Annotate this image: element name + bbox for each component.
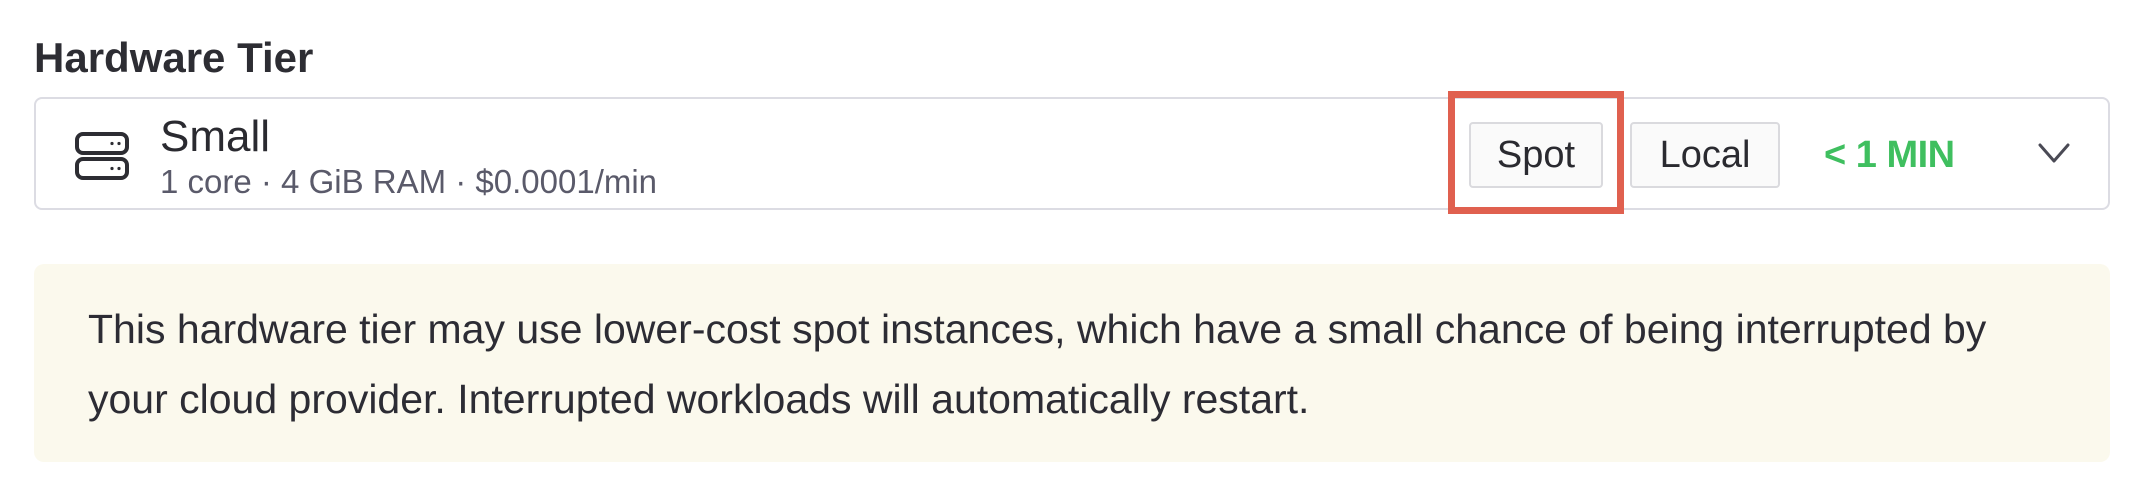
server-icon — [75, 132, 129, 180]
tier-name: Small — [160, 112, 271, 161]
chevron-down-icon[interactable] — [2036, 135, 2072, 171]
spot-badge: Spot — [1469, 122, 1603, 188]
hardware-tier-panel: Hardware Tier Small 1 core · 4 GiB RAM ·… — [0, 0, 2148, 480]
tier-specs: 1 core · 4 GiB RAM · $0.0001/min — [160, 163, 658, 200]
notice-text: This hardware tier may use lower-cost sp… — [88, 306, 1987, 422]
hardware-tier-select[interactable]: Small 1 core · 4 GiB RAM · $0.0001/min S… — [34, 91, 2110, 214]
local-badge: Local — [1630, 122, 1780, 188]
hardware-tier-label: Hardware Tier — [34, 34, 314, 81]
eta-estimate: < 1 MIN — [1824, 134, 1955, 176]
spot-instance-notice: This hardware tier may use lower-cost sp… — [34, 264, 2110, 462]
